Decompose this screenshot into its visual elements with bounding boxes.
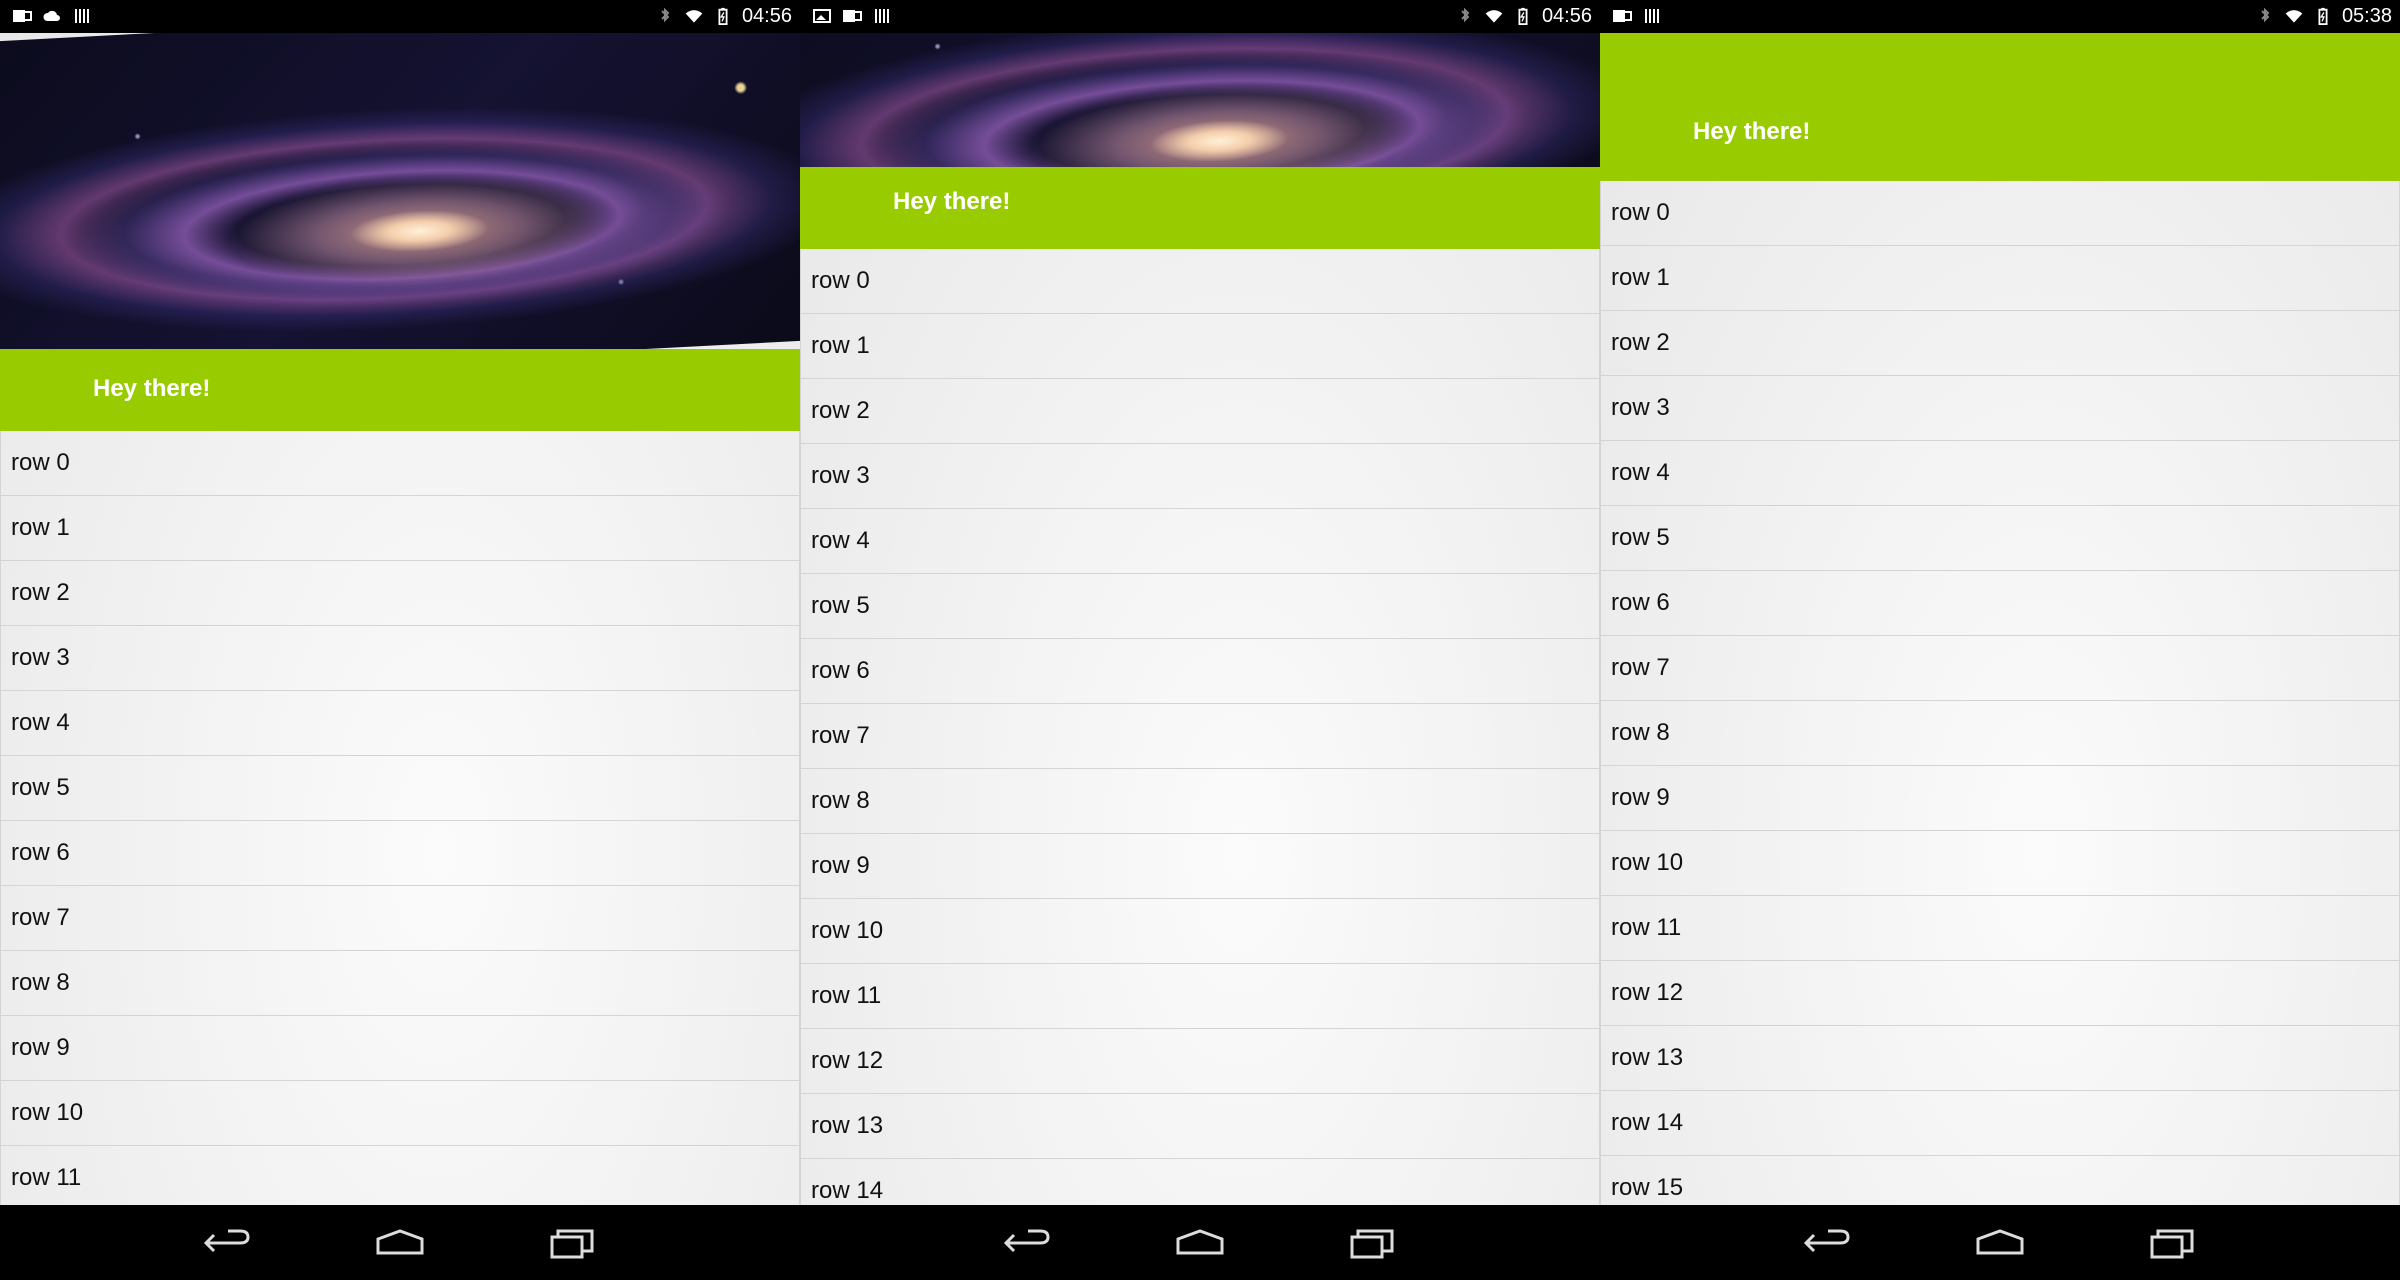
row-list[interactable]: row 0 row 1 row 2 row 3 row 4 row 5 row … xyxy=(1600,181,2400,1205)
list-item[interactable]: row 10 xyxy=(1600,831,2400,896)
list-item[interactable]: row 4 xyxy=(1600,441,2400,506)
galaxy-image xyxy=(800,33,1600,167)
list-item[interactable]: row 5 xyxy=(800,574,1600,639)
list-item[interactable]: row 10 xyxy=(0,1081,800,1146)
list-item[interactable]: row 0 xyxy=(0,431,800,496)
list-item[interactable]: row 14 xyxy=(1600,1091,2400,1156)
banner-text: Hey there! xyxy=(893,188,1011,215)
barcode-icon xyxy=(75,9,89,23)
list-item[interactable]: row 1 xyxy=(0,496,800,561)
list-item[interactable]: row 12 xyxy=(800,1029,1600,1094)
clock: 04:56 xyxy=(741,5,792,27)
list-item[interactable]: row 4 xyxy=(0,691,800,756)
list-item[interactable]: row 2 xyxy=(1600,311,2400,376)
wifi-icon xyxy=(685,10,703,23)
list-item[interactable]: row 2 xyxy=(0,561,800,626)
list-item[interactable]: row 1 xyxy=(800,314,1600,379)
list-item[interactable]: row 1 xyxy=(1600,246,2400,311)
back-icon[interactable] xyxy=(200,1225,256,1261)
list-item[interactable]: row 8 xyxy=(800,769,1600,834)
list-item[interactable]: row 11 xyxy=(0,1146,800,1205)
list-item[interactable]: row 5 xyxy=(1600,506,2400,571)
list-item[interactable]: row 6 xyxy=(800,639,1600,704)
list-item[interactable]: row 14 xyxy=(800,1159,1600,1205)
list-item[interactable]: row 12 xyxy=(1600,961,2400,1026)
battery-icon xyxy=(2318,7,2328,25)
nav-bar xyxy=(1600,1205,2400,1280)
notification-icon xyxy=(13,10,32,22)
list-item[interactable]: row 0 xyxy=(800,249,1600,314)
content[interactable]: Hey there! row 0 row 1 row 2 row 3 row 4… xyxy=(1600,33,2400,1205)
barcode-icon xyxy=(875,9,889,23)
banner-text: Hey there! xyxy=(1693,118,1811,145)
screen-1: 04:56 Hey there! row 0 row 1 row 2 row 3… xyxy=(0,0,800,1280)
list-item[interactable]: row 3 xyxy=(800,444,1600,509)
bluetooth-icon xyxy=(661,7,670,23)
list-item[interactable]: row 4 xyxy=(800,509,1600,574)
recents-icon[interactable] xyxy=(544,1225,600,1261)
recents-icon[interactable] xyxy=(2144,1225,2200,1261)
list-item[interactable]: row 5 xyxy=(0,756,800,821)
list-item[interactable]: row 6 xyxy=(0,821,800,886)
list-item[interactable]: row 11 xyxy=(800,964,1600,1029)
image-icon xyxy=(813,9,831,23)
screens: 04:56 Hey there! row 0 row 1 row 2 row 3… xyxy=(0,0,2400,1280)
list-item[interactable]: row 8 xyxy=(0,951,800,1016)
home-icon[interactable] xyxy=(1972,1225,2028,1261)
bluetooth-icon xyxy=(1461,7,1470,23)
galaxy-image xyxy=(0,33,800,349)
recents-icon[interactable] xyxy=(1344,1225,1400,1261)
home-icon[interactable] xyxy=(372,1225,428,1261)
status-bar: 04:56 xyxy=(0,0,800,33)
list-item[interactable]: row 10 xyxy=(800,899,1600,964)
row-list[interactable]: row 0 row 1 row 2 row 3 row 4 row 5 row … xyxy=(0,431,800,1205)
status-bar: 04:56 xyxy=(800,0,1600,33)
list-item[interactable]: row 7 xyxy=(1600,636,2400,701)
list-item[interactable]: row 3 xyxy=(0,626,800,691)
status-bar: 05:38 xyxy=(1600,0,2400,33)
list-item[interactable]: row 13 xyxy=(1600,1026,2400,1091)
battery-icon xyxy=(718,7,728,25)
list-item[interactable]: row 11 xyxy=(1600,896,2400,961)
notification-icon xyxy=(843,10,862,22)
back-icon[interactable] xyxy=(1000,1225,1056,1261)
list-item[interactable]: row 6 xyxy=(1600,571,2400,636)
nav-bar xyxy=(800,1205,1600,1280)
bluetooth-icon xyxy=(2261,7,2270,23)
back-icon[interactable] xyxy=(1800,1225,1856,1261)
notification-icon xyxy=(1613,10,1632,22)
screen-3: 05:38 Hey there! row 0 row 1 row 2 row 3… xyxy=(1600,0,2400,1280)
battery-icon xyxy=(1518,7,1528,25)
screen-2: 04:56 Hey there! row 0 row 1 row 2 row 3… xyxy=(800,0,1600,1280)
barcode-icon xyxy=(1645,9,1659,23)
row-list[interactable]: row 0 row 1 row 2 row 3 row 4 row 5 row … xyxy=(800,249,1600,1205)
banner-text: Hey there! xyxy=(93,375,211,402)
cloud-icon xyxy=(43,10,60,21)
list-item[interactable]: row 3 xyxy=(1600,376,2400,441)
wifi-icon xyxy=(1485,10,1503,23)
list-item[interactable]: row 9 xyxy=(1600,766,2400,831)
wifi-icon xyxy=(2285,10,2303,23)
list-item[interactable]: row 9 xyxy=(0,1016,800,1081)
nav-bar xyxy=(0,1205,800,1280)
clock: 04:56 xyxy=(1541,5,1592,27)
list-item[interactable]: row 8 xyxy=(1600,701,2400,766)
content[interactable]: Hey there! row 0 row 1 row 2 row 3 row 4… xyxy=(800,33,1600,1205)
list-item[interactable]: row 15 xyxy=(1600,1156,2400,1205)
banner: Hey there! xyxy=(0,349,800,431)
banner: Hey there! xyxy=(1600,33,2400,181)
list-item[interactable]: row 7 xyxy=(0,886,800,951)
banner: Hey there! xyxy=(800,167,1600,249)
home-icon[interactable] xyxy=(1172,1225,1228,1261)
list-item[interactable]: row 2 xyxy=(800,379,1600,444)
list-item[interactable]: row 0 xyxy=(1600,181,2400,246)
content[interactable]: Hey there! row 0 row 1 row 2 row 3 row 4… xyxy=(0,33,800,1205)
list-item[interactable]: row 13 xyxy=(800,1094,1600,1159)
clock: 05:38 xyxy=(2341,5,2392,27)
list-item[interactable]: row 9 xyxy=(800,834,1600,899)
list-item[interactable]: row 7 xyxy=(800,704,1600,769)
